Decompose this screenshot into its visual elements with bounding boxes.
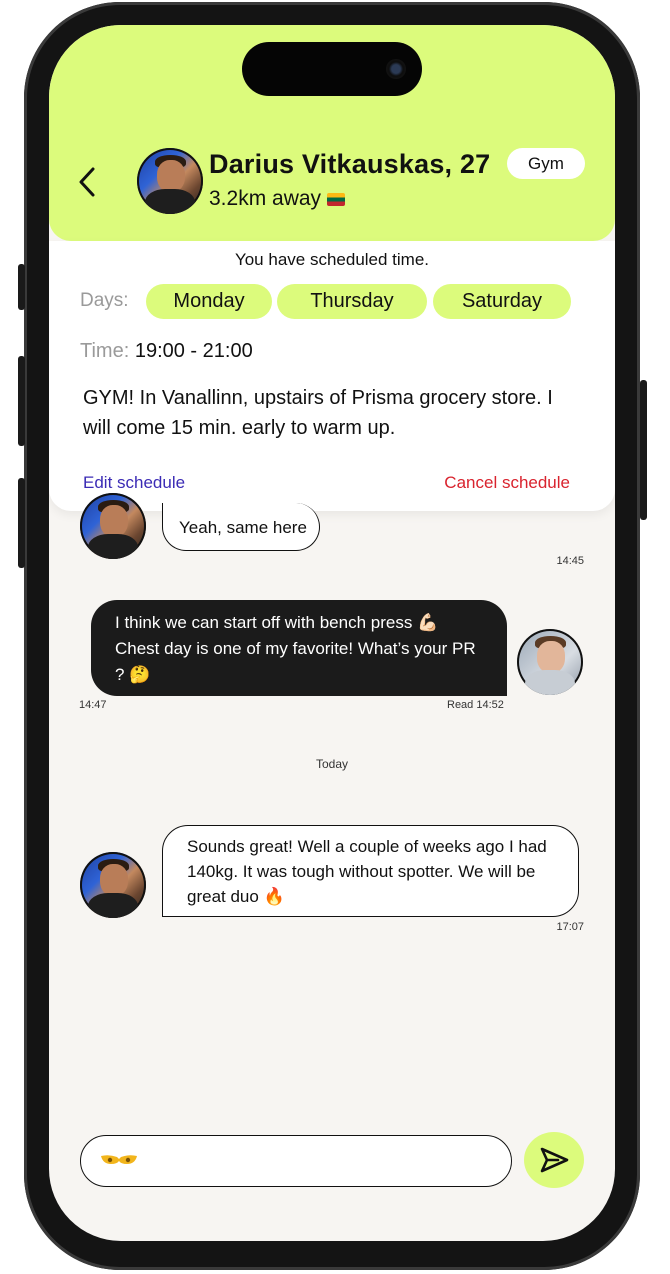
days-label: Days: [80,290,129,311]
lithuania-flag-icon [327,193,346,206]
time-row: Time: 19:00 - 21:00 [80,340,253,363]
sender-avatar [80,852,146,918]
mute-switch [18,264,25,310]
distance-text: 3.2km away [209,187,322,210]
profile-avatar[interactable] [137,148,203,214]
dynamic-island [242,42,422,96]
schedule-title: You have scheduled time. [234,250,430,269]
send-button[interactable] [524,1132,584,1188]
emoji-icon [101,1155,137,1164]
volume-up-button [18,356,25,446]
send-icon [540,1147,569,1173]
message-bubble-outgoing[interactable]: I think we can start off with bench pres… [91,600,507,696]
chevron-left-icon [79,167,95,197]
message-bubble-incoming[interactable]: Sounds great! Well a couple of weeks ago… [162,825,579,917]
profile-distance: 3.2km away [209,187,346,211]
my-avatar [517,629,583,695]
day-pill-saturday[interactable]: Saturday [433,284,571,319]
time-value: 19:00 - 21:00 [134,340,253,362]
read-receipt: Read 14:52 [447,699,504,711]
profile-header: Darius Vitkauskas, 27 3.2km away Gym [49,25,615,241]
emoji-button[interactable] [99,1152,139,1170]
chat-screen: Darius Vitkauskas, 27 3.2km away Gym You… [49,25,615,1241]
schedule-panel: You have scheduled time. Days: Monday Th… [49,241,615,511]
message-input[interactable] [80,1135,512,1187]
day-pill-thursday[interactable]: Thursday [277,284,427,319]
day-pill-monday[interactable]: Monday [146,284,272,319]
sender-avatar [80,493,146,559]
schedule-note: GYM! In Vanallinn, upstairs of Prisma gr… [83,387,553,439]
cancel-schedule-link[interactable]: Cancel schedule [444,473,570,493]
message-timestamp: 14:47 [79,699,107,711]
profile-name: Darius Vitkauskas, 27 [209,149,491,179]
power-button [640,380,647,520]
edit-schedule-link[interactable]: Edit schedule [83,473,185,493]
message-timestamp: 17:07 [556,921,584,933]
camera-icon [386,59,406,79]
time-label: Time: [80,340,130,362]
activity-tag[interactable]: Gym [507,148,585,179]
volume-down-button [18,478,25,568]
date-divider: Today [315,757,349,771]
back-button[interactable] [75,165,101,199]
message-bubble-incoming[interactable]: Yeah, same here [162,503,320,551]
message-timestamp: 14:45 [556,555,584,567]
